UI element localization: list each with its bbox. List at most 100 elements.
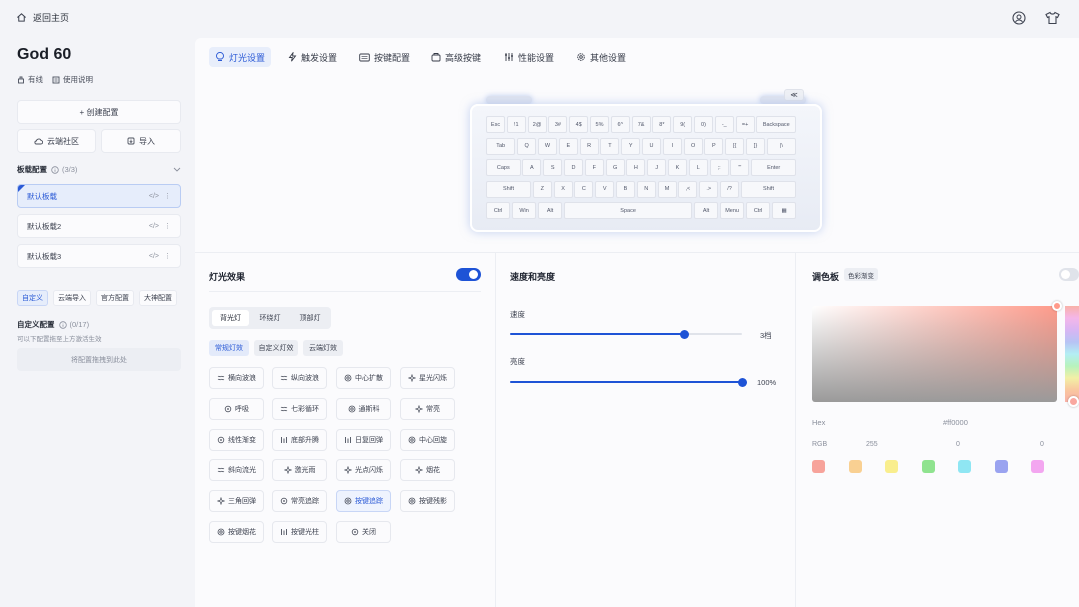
key[interactable]: Shift <box>740 180 797 198</box>
drop-zone[interactable]: 将配置拖拽到此处 <box>17 348 181 371</box>
key[interactable]: Q <box>517 137 537 155</box>
effect-button[interactable]: 激光雨 <box>272 459 327 482</box>
key[interactable]: Ctrl <box>486 202 511 219</box>
rgb-r-value[interactable]: 255 <box>866 441 878 448</box>
color-swatch[interactable] <box>848 460 862 473</box>
key[interactable]: W <box>538 137 557 155</box>
key[interactable]: O <box>683 137 703 155</box>
brightness-slider[interactable] <box>510 377 747 387</box>
key[interactable]: =+ <box>735 116 755 133</box>
back-home-button[interactable]: 返回主页 <box>16 11 69 24</box>
hex-value[interactable]: #ff0000 <box>943 418 968 427</box>
key[interactable]: !1 <box>506 116 526 133</box>
color-swatch[interactable] <box>1031 460 1044 473</box>
key[interactable]: S <box>543 159 563 176</box>
key[interactable]: Win <box>512 202 537 219</box>
key[interactable]: |\ <box>766 137 797 155</box>
effect-button[interactable]: 按键烟花 <box>209 521 264 543</box>
color-picker-handle[interactable] <box>1052 301 1062 311</box>
key[interactable]: T <box>600 137 620 155</box>
key[interactable]: Esc <box>486 116 505 133</box>
key[interactable]: U <box>642 137 661 155</box>
key[interactable]: Space <box>564 202 693 219</box>
key[interactable]: Alt <box>694 202 719 219</box>
effect-button[interactable]: 常亮追踪 <box>272 490 327 513</box>
tab-master[interactable]: 大神配置 <box>139 290 177 306</box>
key[interactable]: 4$ <box>569 116 589 133</box>
key[interactable]: 8* <box>652 116 672 133</box>
effect-button[interactable]: 底部升腾 <box>272 428 327 451</box>
key[interactable]: 6^ <box>610 116 630 133</box>
key[interactable]: V <box>595 180 615 198</box>
color-swatch[interactable] <box>812 460 825 473</box>
key[interactable]: -_ <box>714 116 734 133</box>
key[interactable]: G <box>605 159 625 176</box>
key[interactable]: P <box>704 137 724 155</box>
key[interactable]: N <box>636 180 656 198</box>
key[interactable]: 2@ <box>527 116 547 133</box>
code-icon[interactable]: </> <box>149 193 159 200</box>
key[interactable]: Shift <box>486 180 531 198</box>
key[interactable]: F <box>584 159 604 176</box>
key[interactable]: .> <box>699 180 719 198</box>
tab-custom[interactable]: 自定义 <box>17 290 48 306</box>
tab-advanced-keys[interactable]: 高级按键 <box>425 47 487 67</box>
tab-other[interactable]: 其他设置 <box>570 47 632 67</box>
effect-button[interactable]: 中心扩散 <box>336 367 391 389</box>
effect-button[interactable]: 关闭 <box>336 521 391 543</box>
tab-ambient-light[interactable]: 环绕灯 <box>251 310 289 326</box>
key[interactable]: D <box>564 159 583 176</box>
palette-toggle[interactable] <box>1059 268 1079 281</box>
key[interactable]: /? <box>720 180 739 198</box>
code-icon[interactable]: </> <box>149 253 159 260</box>
rgb-b-value[interactable]: 0 <box>1040 441 1044 448</box>
tab-cloud-effects[interactable]: 云端灯效 <box>303 340 343 356</box>
color-swatch[interactable] <box>994 460 1008 473</box>
key[interactable]: E <box>558 137 578 155</box>
effect-button[interactable]: 三角回弹 <box>209 490 264 513</box>
tab-performance[interactable]: 性能设置 <box>498 47 560 67</box>
hue-slider-handle[interactable] <box>1068 396 1079 407</box>
cloud-community-button[interactable]: 云端社区 <box>17 129 96 153</box>
tab-regular-effects[interactable]: 常规灯效 <box>209 340 249 356</box>
key[interactable]: 3# <box>548 116 568 133</box>
key[interactable]: Z <box>532 180 552 198</box>
effect-button[interactable]: 星光闪烁 <box>400 367 455 389</box>
color-swatch[interactable] <box>921 460 935 473</box>
brightness-slider-handle[interactable] <box>737 377 747 387</box>
key[interactable]: ;: <box>709 159 729 176</box>
effect-button[interactable]: 按键残影 <box>400 490 455 513</box>
key[interactable]: R <box>579 137 599 155</box>
tab-cloud-import[interactable]: 云端导入 <box>53 290 91 306</box>
effect-button[interactable]: 横向波浪 <box>209 367 264 389</box>
more-icon[interactable]: ⋮ <box>164 192 171 200</box>
chevron-down-icon[interactable] <box>173 167 181 172</box>
key[interactable]: Menu <box>720 202 745 219</box>
key[interactable]: Y <box>621 137 641 155</box>
effect-button[interactable]: 中心回旋 <box>400 428 455 451</box>
key[interactable]: A <box>522 159 542 176</box>
key[interactable]: Tab <box>486 137 516 155</box>
rgb-g-value[interactable]: 0 <box>956 441 960 448</box>
effect-button[interactable]: 按键追踪 <box>336 490 391 513</box>
speed-slider-handle[interactable] <box>679 329 689 339</box>
speed-slider[interactable] <box>510 329 742 339</box>
profile-item-1[interactable]: 默认板载 </> ⋮ <box>17 184 181 208</box>
key[interactable]: B <box>616 180 635 198</box>
key[interactable]: ▦ <box>772 202 797 219</box>
tab-official[interactable]: 官方配置 <box>96 290 134 306</box>
key[interactable]: I <box>662 137 682 155</box>
key[interactable]: Backspace <box>756 116 797 133</box>
tab-backlight[interactable]: 背光灯 <box>212 310 249 326</box>
color-swatch[interactable] <box>885 460 898 473</box>
key[interactable]: J <box>647 159 667 176</box>
import-button[interactable]: 导入 <box>101 129 181 153</box>
more-icon[interactable]: ⋮ <box>164 252 171 260</box>
hue-slider[interactable] <box>1065 306 1079 402</box>
effect-button[interactable]: 纵向波浪 <box>272 367 327 389</box>
key[interactable]: C <box>574 180 594 198</box>
key[interactable]: [{ <box>725 137 745 155</box>
tab-keymap[interactable]: 按键配置 <box>353 47 416 67</box>
key[interactable]: K <box>668 159 687 176</box>
key[interactable]: 0) <box>694 116 713 133</box>
